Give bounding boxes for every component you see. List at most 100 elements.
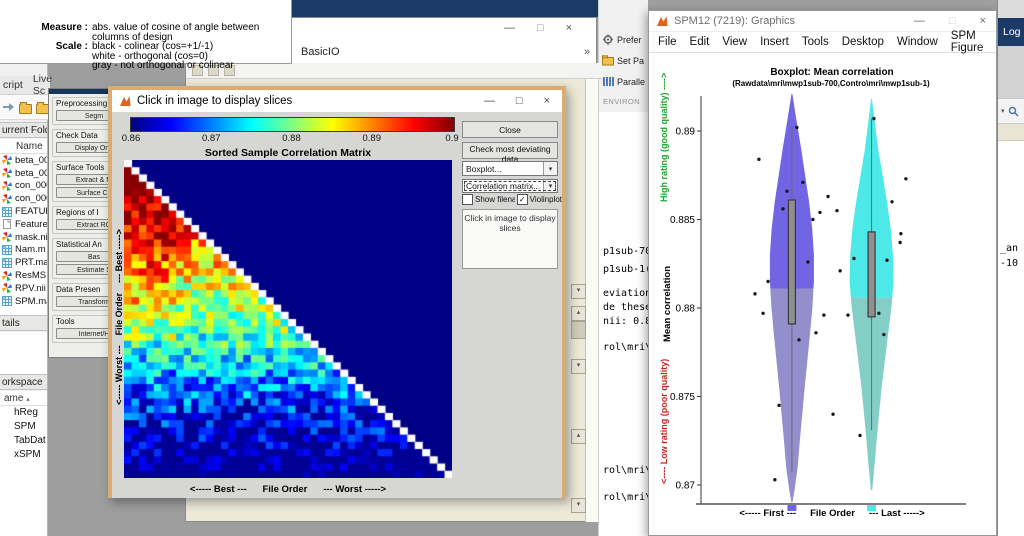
env-button-label: Paralle xyxy=(617,76,646,87)
search-icon[interactable] xyxy=(1008,106,1019,117)
scrollbar-arrow[interactable]: ▴ xyxy=(571,306,586,321)
file-row[interactable]: ResMS. xyxy=(0,269,47,282)
details-header[interactable]: tails xyxy=(0,315,47,331)
correlation-matrix-dropdown[interactable]: Correlation matrix... ▾ xyxy=(462,179,558,193)
file-row[interactable]: RPV.nii xyxy=(0,282,47,295)
data-point xyxy=(761,311,765,316)
x-axis-label-part: <----- First --- xyxy=(739,508,797,519)
file-row[interactable]: PRT.mat xyxy=(0,256,47,269)
edge-titlebar xyxy=(998,0,1024,18)
workspace-variable[interactable]: SPM xyxy=(0,420,47,434)
data-point xyxy=(890,200,894,204)
file-name: ResMS. xyxy=(15,270,47,282)
scrollbar-arrow[interactable]: ▾ xyxy=(571,359,586,374)
environment-section-label: ENVIRON xyxy=(603,97,640,106)
env-button-label: Prefer xyxy=(617,34,642,45)
matlab-left-panels: criptLive Sc urrent Folder Name beta_00b… xyxy=(0,60,52,536)
file-row[interactable]: mask.ni xyxy=(0,231,47,244)
scale-text: black - colinear (cos=+1/-1) white - ort… xyxy=(92,41,234,71)
maximize-icon[interactable]: □ xyxy=(537,22,544,34)
file-row[interactable]: con_000 xyxy=(0,180,47,193)
file-name-column-header[interactable]: Name xyxy=(0,139,47,154)
scrollbar-arrow[interactable]: ▴ xyxy=(571,429,586,444)
login-button[interactable]: Log In xyxy=(998,18,1024,46)
data-point xyxy=(835,208,839,213)
menu-overflow-icon[interactable]: » xyxy=(584,42,590,63)
dialog-title: Click in image to display slices xyxy=(137,95,293,107)
command-window-strip[interactable]: p1sub-700 p1sub-1(0 eviations de these nii: … xyxy=(598,112,648,536)
workspace-header[interactable]: orkspace xyxy=(0,374,47,390)
jet-colorbar xyxy=(130,117,455,132)
scrollbar-arrow[interactable]: ▾ xyxy=(571,498,586,513)
grid-icon xyxy=(2,244,12,255)
workspace-variable[interactable]: xSPM xyxy=(0,448,47,462)
data-point xyxy=(898,240,902,245)
forward-arrow-icon[interactable] xyxy=(2,102,15,112)
data-point xyxy=(852,256,856,261)
command-text-fragment: rol\mri\ xyxy=(603,465,648,476)
colorbar-tick-label: 0.89 xyxy=(362,133,382,144)
maximize-icon[interactable]: □ xyxy=(516,95,523,107)
ribbon-tab[interactable]: cript xyxy=(3,79,23,91)
workspace-variable[interactable]: hReg xyxy=(0,406,47,420)
module-list-area xyxy=(585,79,598,522)
workspace-variable[interactable]: TabDat xyxy=(0,434,47,448)
design-orthogonality-tooltip: Measure : abs. value of cosine of angle … xyxy=(0,0,292,70)
show-filenames-checkbox[interactable] xyxy=(462,194,473,205)
data-point xyxy=(877,311,881,316)
grid-icon xyxy=(2,257,12,268)
scrollbar-thumb[interactable] xyxy=(571,321,586,339)
workspace-list: hReg SPM TabDat xSPM xyxy=(0,406,47,536)
data-point xyxy=(826,194,830,199)
dialog-window-controls: — □ × xyxy=(484,95,562,107)
close-icon[interactable]: × xyxy=(566,22,572,34)
scrollbar-arrow[interactable]: ▾ xyxy=(571,284,586,299)
boxplot-dropdown[interactable]: Boxplot... ▾ xyxy=(462,161,558,176)
check-most-deviating-data-button[interactable]: Check most deviating data xyxy=(462,142,558,164)
minimize-icon[interactable]: — xyxy=(504,22,515,34)
x-axis-label-part: --- Last -----> xyxy=(868,508,925,519)
data-point xyxy=(899,231,903,236)
y-tick-label: 0.875 xyxy=(670,392,695,403)
minimize-icon[interactable]: — xyxy=(484,95,495,107)
file-name: con_000 xyxy=(15,193,47,205)
menu-basicio[interactable]: BasicIO xyxy=(301,42,340,63)
file-row[interactable]: SPM.ma xyxy=(0,295,47,308)
matlab-environment-toolstrip: Prefer Set Pa Paralle ENVIRON xyxy=(598,0,648,112)
violinplot-label: Violinplot xyxy=(529,195,562,204)
y-tick-label: 0.89 xyxy=(676,127,696,138)
close-button[interactable]: Close xyxy=(462,121,558,138)
data-point xyxy=(781,207,785,211)
env-button-set pa[interactable]: Set Pa xyxy=(602,55,644,66)
env-button-prefer[interactable]: Prefer xyxy=(602,34,642,45)
file-row[interactable]: beta_00 xyxy=(0,154,47,167)
boxplot-box xyxy=(787,199,797,325)
file-row[interactable]: Nam.m xyxy=(0,244,47,257)
editor-text-fragment: _an xyxy=(1000,243,1019,254)
data-point xyxy=(885,258,889,262)
editor-text-fragment: -10 xyxy=(1000,258,1019,269)
chevron-down-icon[interactable]: ▾ xyxy=(1001,107,1005,115)
edge-toolstrip xyxy=(998,46,1024,98)
close-icon[interactable]: × xyxy=(544,95,550,107)
command-text-fragment: rol\mri\ xyxy=(603,492,648,503)
boxplot-dropdown-value: Boxplot... xyxy=(466,163,502,174)
file-row[interactable]: beta_00 xyxy=(0,167,47,180)
dialog-titlebar: Click in image to display slices — □ × xyxy=(112,90,562,112)
spm12-graphics-window: SPM12 (7219): Graphics — □ × File Edit Vie… xyxy=(648,10,1020,536)
file-name: SPM.ma xyxy=(15,295,47,307)
edge-tabstrip xyxy=(998,124,1024,141)
file-row[interactable]: FEATUR xyxy=(0,205,47,218)
workspace-name-column-header[interactable]: ame ▴ xyxy=(0,391,47,406)
data-point xyxy=(795,125,799,130)
chevron-down-icon: ▾ xyxy=(543,180,557,192)
data-point xyxy=(773,477,777,482)
file-row[interactable]: con_000 xyxy=(0,192,47,205)
violinplot-checkbox[interactable]: ✓ xyxy=(516,194,528,205)
background-window-titlebar xyxy=(292,0,598,17)
file-name: PRT.mat xyxy=(15,257,47,269)
new-folder-icon[interactable] xyxy=(19,101,32,114)
file-row[interactable]: Feature_ xyxy=(0,218,47,231)
env-button-paralle[interactable]: Paralle xyxy=(602,76,645,87)
correlation-matrix-heatmap[interactable] xyxy=(124,160,452,478)
